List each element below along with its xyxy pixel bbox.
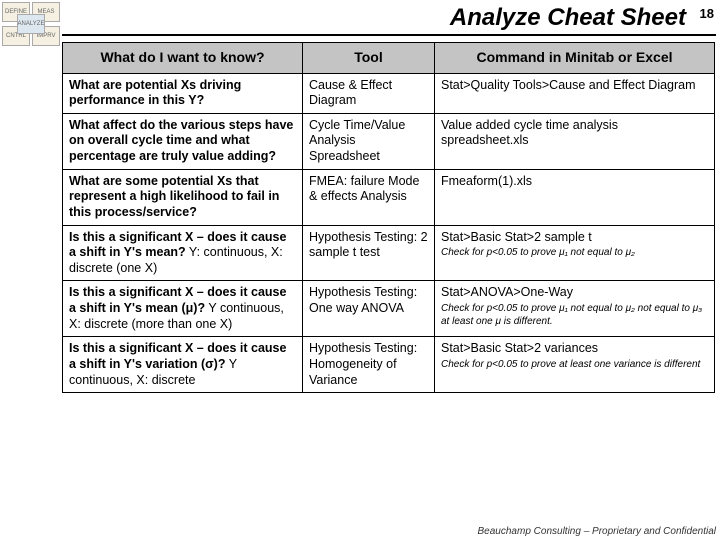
table-row: What affect do the various steps have on… xyxy=(63,113,715,169)
table-row: What are potential Xs driving performanc… xyxy=(63,73,715,113)
cell-tool: Cause & Effect Diagram xyxy=(303,73,435,113)
cell-tool: Hypothesis Testing: Homogeneity of Varia… xyxy=(303,337,435,393)
cell-command: Stat>Quality Tools>Cause and Effect Diag… xyxy=(435,73,715,113)
table-row: Is this a significant X – does it cause … xyxy=(63,225,715,281)
cell-tool: FMEA: failure Mode & effects Analysis xyxy=(303,169,435,225)
header-question: What do I want to know? xyxy=(63,43,303,74)
page-number: 18 xyxy=(700,6,714,21)
header-command: Command in Minitab or Excel xyxy=(435,43,715,74)
cell-question: Is this a significant X – does it cause … xyxy=(63,281,303,337)
cell-question: What affect do the various steps have on… xyxy=(63,113,303,169)
cell-command: Value added cycle time analysis spreadsh… xyxy=(435,113,715,169)
table-row: Is this a significant X – does it cause … xyxy=(63,281,715,337)
table-row: Is this a significant X – does it cause … xyxy=(63,337,715,393)
title-underline xyxy=(62,34,716,36)
cell-question: Is this a significant X – does it cause … xyxy=(63,337,303,393)
cell-command: Stat>Basic Stat>2 variancesCheck for p<0… xyxy=(435,337,715,393)
page-title: Analyze Cheat Sheet xyxy=(450,4,686,32)
cell-question: What are potential Xs driving performanc… xyxy=(63,73,303,113)
cell-question: What are some potential Xs that represen… xyxy=(63,169,303,225)
cell-tool: Cycle Time/Value Analysis Spreadsheet xyxy=(303,113,435,169)
cell-command: Stat>Basic Stat>2 sample tCheck for p<0.… xyxy=(435,225,715,281)
table-header-row: What do I want to know? Tool Command in … xyxy=(63,43,715,74)
table-row: What are some potential Xs that represen… xyxy=(63,169,715,225)
cheat-sheet-table: What do I want to know? Tool Command in … xyxy=(62,42,715,393)
badge-analyze: ANALYZE xyxy=(17,14,45,34)
cell-question: Is this a significant X – does it cause … xyxy=(63,225,303,281)
header-tool: Tool xyxy=(303,43,435,74)
footer-text: Beauchamp Consulting – Proprietary and C… xyxy=(478,526,716,537)
cell-tool: Hypothesis Testing: 2 sample t test xyxy=(303,225,435,281)
dmaic-badge: DEFINE MEAS ANALYZE CNTRL IMPRV xyxy=(2,2,62,46)
page: DEFINE MEAS ANALYZE CNTRL IMPRV Analyze … xyxy=(0,0,720,540)
cell-tool: Hypothesis Testing: One way ANOVA xyxy=(303,281,435,337)
cell-command: Fmeaform(1).xls xyxy=(435,169,715,225)
cell-command: Stat>ANOVA>One-WayCheck for p<0.05 to pr… xyxy=(435,281,715,337)
